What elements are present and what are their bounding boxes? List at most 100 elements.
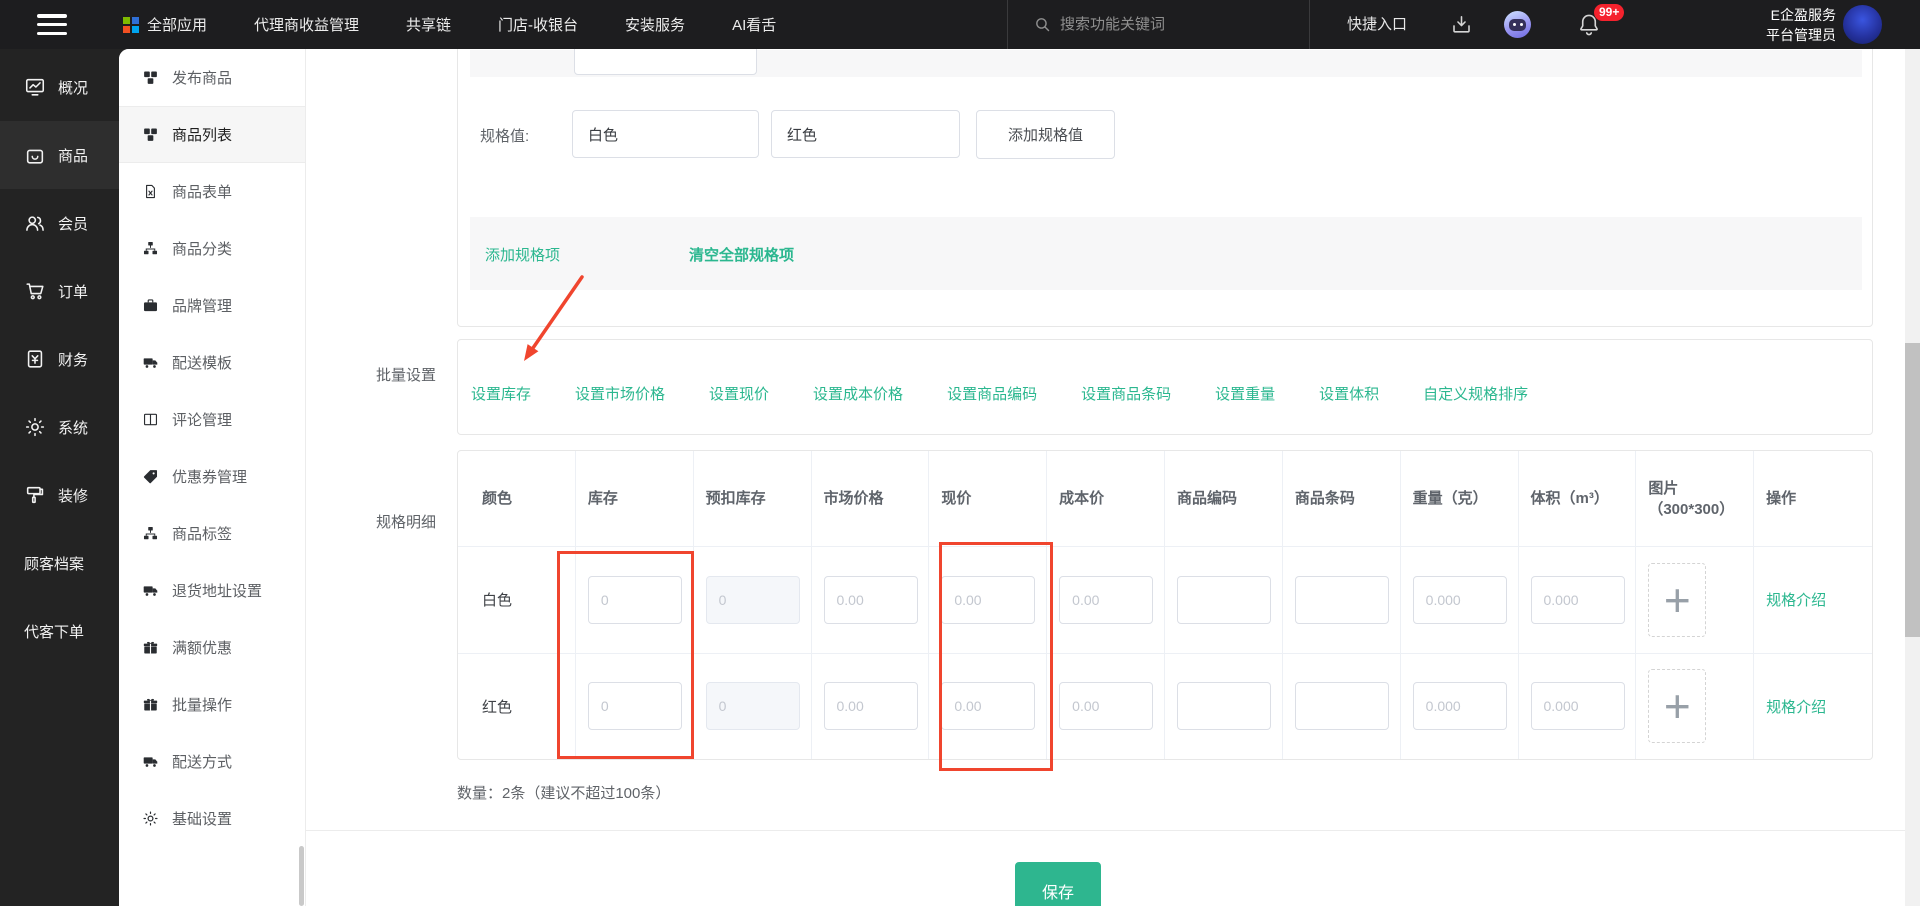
sidebar-item-icon	[24, 280, 46, 302]
subsidebar-item[interactable]: 退货地址设置	[119, 562, 305, 619]
topbar-nav-item[interactable]: 门店-收银台	[498, 14, 578, 35]
market-price-input[interactable]	[823, 682, 918, 731]
sidebar-item[interactable]: 订单	[0, 257, 119, 325]
stock-input[interactable]	[587, 682, 682, 731]
subsidebar-item[interactable]: 发布商品	[119, 49, 305, 106]
batch-set-link[interactable]: 设置市场价格	[575, 383, 665, 404]
avatar[interactable]	[1843, 5, 1882, 44]
row-color-label: 红色	[482, 698, 513, 716]
subsidebar-item[interactable]: 商品表单	[119, 163, 305, 220]
product-code-input[interactable]	[1177, 575, 1271, 624]
sidebar-item-label: 概况	[58, 79, 89, 97]
topbar-nav-item[interactable]: 全部应用	[123, 14, 207, 35]
subsidebar-item[interactable]: 商品分类	[119, 220, 305, 277]
ai-robot-icon[interactable]	[1504, 11, 1531, 38]
batch-set-link[interactable]: 设置商品编码	[947, 383, 1037, 404]
sidebar-item[interactable]: 商品	[0, 121, 119, 189]
batch-set-link[interactable]: 设置重量	[1215, 383, 1275, 404]
row-color-label: 白色	[482, 592, 513, 610]
subsidebar-item-icon	[142, 297, 159, 314]
subsidebar-item[interactable]: 配送模板	[119, 334, 305, 391]
cost-price-input[interactable]	[1059, 682, 1154, 731]
subsidebar-item-icon	[142, 183, 159, 200]
table-header-cell: 商品条码	[1283, 451, 1401, 546]
sidebar-item[interactable]: 顾客档案	[0, 529, 119, 597]
plus-icon: +	[1663, 680, 1691, 733]
subsidebar-item[interactable]: 商品列表	[119, 106, 305, 163]
search-box	[1007, 0, 1310, 49]
quick-entry-link[interactable]: 快捷入口	[1347, 0, 1407, 49]
product-code-input[interactable]	[1177, 682, 1271, 731]
volume-input[interactable]	[1530, 575, 1625, 624]
subsidebar-item[interactable]: 商品标签	[119, 505, 305, 562]
batch-settings-box: 设置库存 设置市场价格 设置现价 设置成本价格 设置商品编码 设置商品条码 设置…	[457, 339, 1873, 435]
market-price-input[interactable]	[823, 575, 918, 624]
table-header-cell: 库存	[576, 451, 694, 546]
search-input[interactable]	[1060, 16, 1280, 33]
sidebar-item[interactable]: 财务	[0, 325, 119, 393]
subsidebar-item[interactable]: 基础设置	[119, 790, 305, 847]
add-spec-item-link[interactable]: 添加规格项	[485, 244, 560, 265]
sidebar-item[interactable]: 代客下单	[0, 597, 119, 665]
scrollbar-thumb[interactable]	[1905, 343, 1920, 637]
topbar-nav-item[interactable]: 代理商收益管理	[254, 14, 359, 35]
subsidebar-item-label: 商品列表	[172, 127, 233, 144]
current-price-input[interactable]	[941, 575, 1036, 624]
spec-value-input-1[interactable]	[572, 110, 759, 158]
spec-item-name-input-partial[interactable]	[574, 49, 757, 75]
menu-icon[interactable]	[37, 14, 67, 35]
subsidebar-item[interactable]: 品牌管理	[119, 277, 305, 334]
batch-set-link[interactable]: 设置现价	[709, 383, 769, 404]
spec-value-label: 规格值:	[480, 128, 530, 145]
spec-value-input-2[interactable]	[771, 110, 960, 158]
subsidebar-item[interactable]: 满额优惠	[119, 619, 305, 676]
batch-set-link[interactable]: 设置成本价格	[813, 383, 903, 404]
subsidebar-item-label: 配送方式	[172, 754, 233, 771]
weight-input[interactable]	[1412, 682, 1507, 731]
batch-set-link[interactable]: 设置库存	[471, 383, 531, 404]
subsidebar-item[interactable]: 优惠券管理	[119, 448, 305, 505]
sidebar-item[interactable]: 概况	[0, 53, 119, 121]
topbar-nav-label: 共享链	[406, 17, 452, 34]
product-barcode-input[interactable]	[1294, 575, 1389, 624]
topbar-nav: 全部应用 代理商收益管理 共享链 门店-收银台 安装服务 AI看舌	[123, 14, 776, 35]
subsidebar-item[interactable]: 评论管理	[119, 391, 305, 448]
spec-intro-link[interactable]: 规格介绍	[1766, 589, 1826, 610]
org-name: E企盈服务	[1770, 7, 1836, 23]
reserved-stock-input	[705, 575, 800, 624]
save-button[interactable]: 保存	[1015, 862, 1101, 906]
sidebar-item-icon	[24, 416, 46, 438]
topbar-nav-item[interactable]: 安装服务	[625, 14, 685, 35]
batch-set-link[interactable]: 自定义规格排序	[1423, 383, 1528, 404]
subsidebar: 发布商品 商品列表 商品表单 商品分类 品牌管理 配送模板 评论管理 优惠券管理…	[119, 49, 306, 906]
subsidebar-item[interactable]: 批量操作	[119, 676, 305, 733]
current-price-input[interactable]	[941, 682, 1036, 731]
stock-input[interactable]	[587, 575, 682, 624]
batch-set-link[interactable]: 设置体积	[1319, 383, 1379, 404]
weight-input[interactable]	[1412, 575, 1507, 624]
volume-input[interactable]	[1530, 682, 1625, 731]
image-upload-box[interactable]: +	[1648, 562, 1707, 637]
subsidebar-item[interactable]: 配送方式	[119, 733, 305, 790]
sidebar: 概况 商品 会员 订单 财务 系统 装修 顾客档案 代客下单	[0, 49, 119, 906]
download-icon[interactable]	[1449, 12, 1474, 37]
spec-intro-link[interactable]: 规格介绍	[1766, 696, 1826, 717]
cost-price-input[interactable]	[1059, 575, 1154, 624]
page-scrollbar[interactable]	[1905, 49, 1920, 906]
topbar-nav-label: 门店-收银台	[498, 17, 579, 34]
clear-spec-items-link[interactable]: 清空全部规格项	[689, 244, 794, 265]
account-info[interactable]: E企盈服务 平台管理员	[1766, 5, 1836, 45]
add-spec-value-button[interactable]: 添加规格值	[976, 110, 1115, 159]
table-header-cell: 成本价	[1047, 451, 1165, 546]
subsidebar-scrollbar[interactable]	[299, 846, 304, 906]
topbar-nav-item[interactable]: AI看舌	[732, 14, 776, 35]
sidebar-item[interactable]: 装修	[0, 461, 119, 529]
sidebar-item-label: 财务	[58, 351, 89, 369]
spec-table: 颜色 库存 预扣库存 市场价格 现价 成本价 商品编码 商品条码 重量（克） 体…	[457, 450, 1873, 760]
product-barcode-input[interactable]	[1294, 682, 1389, 731]
sidebar-item[interactable]: 会员	[0, 189, 119, 257]
batch-set-link[interactable]: 设置商品条码	[1081, 383, 1171, 404]
image-upload-box[interactable]: +	[1648, 669, 1707, 744]
topbar-nav-item[interactable]: 共享链	[406, 14, 451, 35]
sidebar-item[interactable]: 系统	[0, 393, 119, 461]
